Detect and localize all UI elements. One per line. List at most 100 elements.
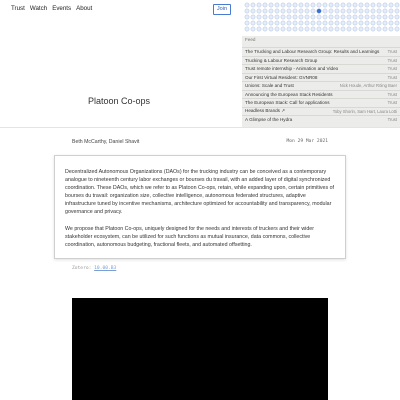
feed-item-tag: Trust bbox=[387, 117, 397, 123]
feed-item-title: Trust remote internship - Animation and … bbox=[245, 66, 339, 72]
feed-item[interactable]: Announcing the European Stack Residents T… bbox=[242, 89, 400, 99]
nav-links: Trust Watch Events About bbox=[11, 5, 92, 12]
dot bbox=[310, 2, 316, 8]
feed-item-title: Announcing the European Stack Residents bbox=[245, 91, 333, 97]
dot bbox=[286, 8, 292, 14]
feed-list: The Trucking and Labour Research Group: … bbox=[242, 47, 400, 124]
dot bbox=[388, 20, 394, 26]
join-button[interactable]: Join bbox=[213, 4, 231, 15]
dot bbox=[358, 14, 364, 20]
abstract-paragraph: We propose that Platoon Co-ops, uniquely… bbox=[65, 226, 315, 248]
dot bbox=[304, 14, 310, 20]
feed-item-title: Unions: Scale and Trust bbox=[245, 83, 294, 89]
dot bbox=[382, 2, 388, 8]
nav-item-about[interactable]: About bbox=[76, 5, 92, 12]
dot bbox=[262, 8, 268, 14]
feed-item-tag: Trust bbox=[387, 100, 397, 106]
feed-item[interactable]: The European Stack: Call for application… bbox=[242, 98, 400, 107]
feed-item[interactable]: Our First Virtual Resident: GVNR08 Trust bbox=[242, 72, 400, 82]
dot bbox=[346, 14, 352, 20]
dot bbox=[358, 20, 364, 26]
video-player[interactable] bbox=[72, 298, 328, 400]
doi-label: Zotero: bbox=[72, 266, 92, 271]
dot bbox=[382, 8, 388, 14]
feed-item-title: A Glimpse of the Hydra bbox=[245, 117, 293, 123]
dot bbox=[352, 2, 358, 8]
dot bbox=[346, 8, 352, 14]
feed-item-title: Trucking & Labour Research Group bbox=[245, 57, 318, 63]
dot bbox=[256, 14, 262, 20]
dot bbox=[376, 20, 382, 26]
dot bbox=[394, 8, 400, 14]
dot bbox=[268, 14, 274, 20]
article-meta: Beth McCarthy, Daniel Shavit Mon 29 Mar … bbox=[72, 139, 328, 145]
dot bbox=[322, 14, 328, 20]
dot bbox=[346, 20, 352, 26]
feed-item[interactable]: Trust remote internship - Animation and … bbox=[242, 64, 400, 73]
dot bbox=[340, 14, 346, 20]
article-date: Mon 29 Mar 2021 bbox=[286, 139, 329, 144]
dot bbox=[352, 14, 358, 20]
doi-link[interactable]: 10.00.B3 bbox=[94, 266, 116, 271]
feed-item[interactable]: A Glimpse of the Hydra Trust bbox=[242, 115, 400, 124]
dot bbox=[364, 20, 370, 26]
dot bbox=[340, 20, 346, 26]
feed-item-tag: Trust bbox=[387, 74, 397, 80]
dot bbox=[310, 8, 316, 14]
dot bbox=[352, 20, 358, 26]
dot bbox=[382, 20, 388, 26]
dot bbox=[280, 20, 286, 26]
dot bbox=[382, 14, 388, 20]
dot bbox=[304, 20, 310, 26]
feed-item-title: Our First Virtual Resident: GVNR08 bbox=[245, 74, 318, 80]
feed-item[interactable]: Headless Brands ↗ Toby Shorin, Sam Hart, … bbox=[242, 106, 400, 116]
feed-item[interactable]: Trucking & Labour Research Group Trust bbox=[242, 55, 400, 65]
dot bbox=[334, 8, 340, 14]
nav-item-events[interactable]: Events bbox=[52, 5, 71, 12]
dot bbox=[244, 2, 250, 8]
nav-item-trust[interactable]: Trust bbox=[11, 5, 25, 12]
dot bbox=[328, 14, 334, 20]
dot bbox=[376, 2, 382, 8]
dot bbox=[370, 8, 376, 14]
dot bbox=[388, 14, 394, 20]
dot bbox=[292, 20, 298, 26]
dot bbox=[352, 8, 358, 14]
dot bbox=[340, 2, 346, 8]
nav-item-watch[interactable]: Watch bbox=[30, 5, 47, 12]
feed-item-tag: Trust bbox=[387, 66, 397, 72]
feed-item-tag: Trust bbox=[387, 91, 397, 97]
article-authors: Beth McCarthy, Daniel Shavit bbox=[72, 139, 140, 145]
dot bbox=[286, 14, 292, 20]
dot bbox=[376, 8, 382, 14]
abstract-card: Decentralized Autonomous Organizations (… bbox=[54, 155, 346, 259]
dot-active bbox=[316, 8, 322, 14]
feed-item-tag: Trust bbox=[387, 57, 397, 63]
dot bbox=[328, 2, 334, 8]
dot bbox=[334, 20, 340, 26]
feed-item-tag: Toby Shorin, Sam Hart, Laura Lotti bbox=[332, 108, 397, 114]
feed-panel: Feed The Trucking and Labour Research Gr… bbox=[242, 36, 400, 127]
dot bbox=[340, 8, 346, 14]
dot bbox=[310, 20, 316, 26]
dot bbox=[244, 14, 250, 20]
dot bbox=[298, 14, 304, 20]
dot bbox=[364, 8, 370, 14]
feed-label: Feed bbox=[245, 37, 256, 42]
dot bbox=[304, 2, 310, 8]
dot bbox=[244, 8, 250, 14]
dot bbox=[268, 2, 274, 8]
dot bbox=[328, 20, 334, 26]
dot bbox=[298, 20, 304, 26]
dot bbox=[370, 14, 376, 20]
feed-item[interactable]: Unions: Scale and Trust Nick Houde, Arthu… bbox=[242, 81, 400, 90]
dot bbox=[334, 14, 340, 20]
feed-item-title: Headless Brands ↗ bbox=[245, 108, 286, 114]
dot bbox=[280, 2, 286, 8]
dot bbox=[346, 2, 352, 8]
dot bbox=[316, 2, 322, 8]
dot bbox=[268, 8, 274, 14]
dot bbox=[334, 2, 340, 8]
dot bbox=[274, 20, 280, 26]
feed-item[interactable]: The Trucking and Labour Research Group: … bbox=[242, 47, 400, 56]
